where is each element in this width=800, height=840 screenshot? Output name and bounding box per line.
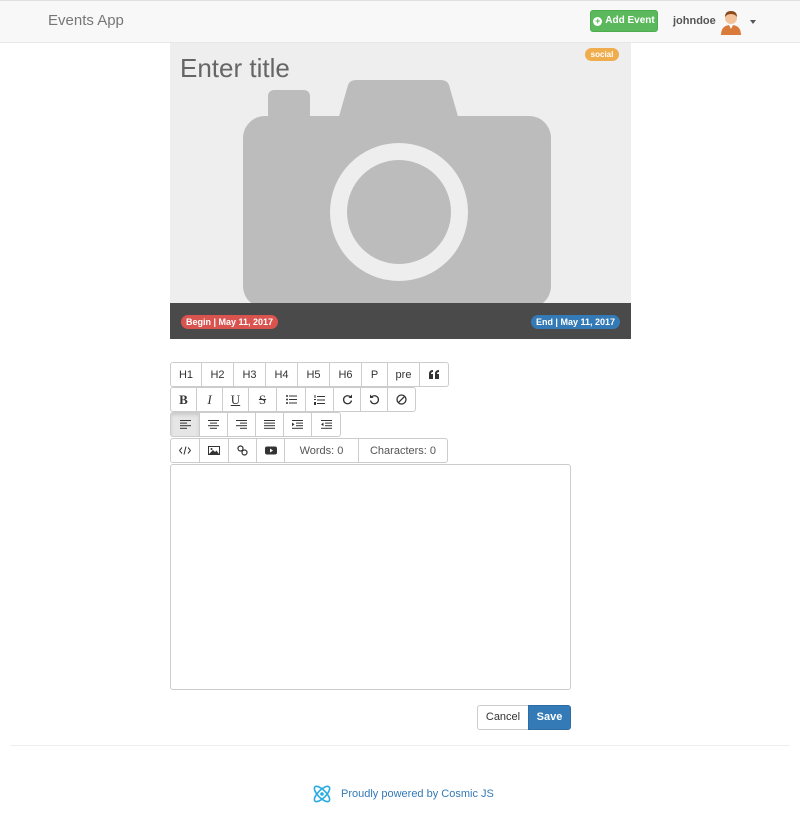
h5-button[interactable]: H5 (297, 362, 330, 387)
end-date-badge[interactable]: End | May 11, 2017 (530, 315, 620, 329)
paragraph-button[interactable]: P (361, 362, 388, 387)
link-icon (237, 445, 248, 456)
outdent-button[interactable] (311, 412, 341, 437)
indent-button[interactable] (283, 412, 312, 437)
insert-toolbar: Words: 0 Characters: 0 (170, 438, 448, 463)
date-bar: Begin | May 11, 2017 End | May 11, 2017 (170, 303, 631, 339)
footer-powered-by-link[interactable]: Proudly powered by Cosmic JS (311, 783, 494, 805)
clear-format-button[interactable] (387, 387, 416, 412)
bullet-list-icon (285, 395, 297, 404)
undo-icon (369, 394, 379, 405)
code-icon (179, 446, 191, 455)
word-count: Words: 0 (284, 438, 359, 463)
footer-text: Proudly powered by Cosmic JS (341, 788, 494, 800)
brand-link[interactable]: Events App (48, 12, 124, 29)
outdent-icon (320, 420, 332, 429)
align-left-icon (179, 420, 191, 429)
h3-button[interactable]: H3 (233, 362, 266, 387)
h4-button[interactable]: H4 (265, 362, 298, 387)
caret-down-icon[interactable] (750, 20, 756, 24)
save-button[interactable]: Save (528, 705, 571, 730)
camera-icon (243, 80, 551, 308)
insert-link-button[interactable] (228, 438, 257, 463)
bullet-list-button[interactable] (276, 387, 306, 412)
strikethrough-button[interactable]: S (248, 387, 277, 412)
format-toolbar: B I U S (170, 387, 416, 412)
cover-image-area[interactable]: social Begin | May 11, 2017 End | May 11… (170, 43, 631, 339)
insert-video-button[interactable] (256, 438, 285, 463)
indent-icon (292, 420, 303, 429)
begin-date-badge[interactable]: Begin | May 11, 2017 (181, 315, 279, 329)
align-center-button[interactable] (199, 412, 228, 437)
title-input[interactable] (180, 51, 560, 85)
bold-button[interactable]: B (170, 387, 197, 412)
redo-button[interactable] (333, 387, 361, 412)
ordered-list-button[interactable] (305, 387, 334, 412)
image-icon (208, 446, 220, 455)
align-justify-icon (264, 420, 275, 429)
h1-button[interactable]: H1 (170, 362, 202, 387)
redo-icon (342, 394, 352, 405)
character-count: Characters: 0 (358, 438, 448, 463)
italic-button[interactable]: I (196, 387, 223, 412)
quote-icon (428, 370, 439, 379)
avatar[interactable] (719, 9, 743, 35)
align-right-button[interactable] (227, 412, 256, 437)
align-right-icon (236, 420, 247, 429)
add-event-label: Add Event (605, 15, 655, 26)
insert-image-button[interactable] (199, 438, 229, 463)
editor-content-area[interactable] (170, 464, 571, 690)
cancel-button[interactable]: Cancel (477, 705, 529, 730)
user-menu-name[interactable]: johndoe (673, 15, 716, 27)
navbar: Events App + Add Event johndoe (0, 0, 800, 43)
h6-button[interactable]: H6 (329, 362, 362, 387)
ordered-list-icon (314, 394, 325, 405)
youtube-icon (264, 446, 277, 455)
category-badge: social (585, 48, 619, 61)
align-toolbar (170, 412, 341, 437)
heading-toolbar: H1 H2 H3 H4 H5 H6 P pre (170, 362, 449, 387)
align-left-button[interactable] (170, 412, 200, 437)
pre-button[interactable]: pre (387, 362, 420, 387)
add-event-button[interactable]: + Add Event (590, 10, 658, 32)
h2-button[interactable]: H2 (201, 362, 234, 387)
align-justify-button[interactable] (255, 412, 284, 437)
code-button[interactable] (170, 438, 200, 463)
underline-button[interactable]: U (222, 387, 249, 412)
footer-divider (10, 745, 790, 746)
plus-circle-icon: + (593, 15, 603, 26)
quote-button[interactable] (419, 362, 449, 387)
ban-icon (396, 394, 407, 405)
align-center-icon (208, 420, 219, 429)
undo-button[interactable] (360, 387, 388, 412)
cosmic-js-logo-icon (313, 785, 331, 803)
